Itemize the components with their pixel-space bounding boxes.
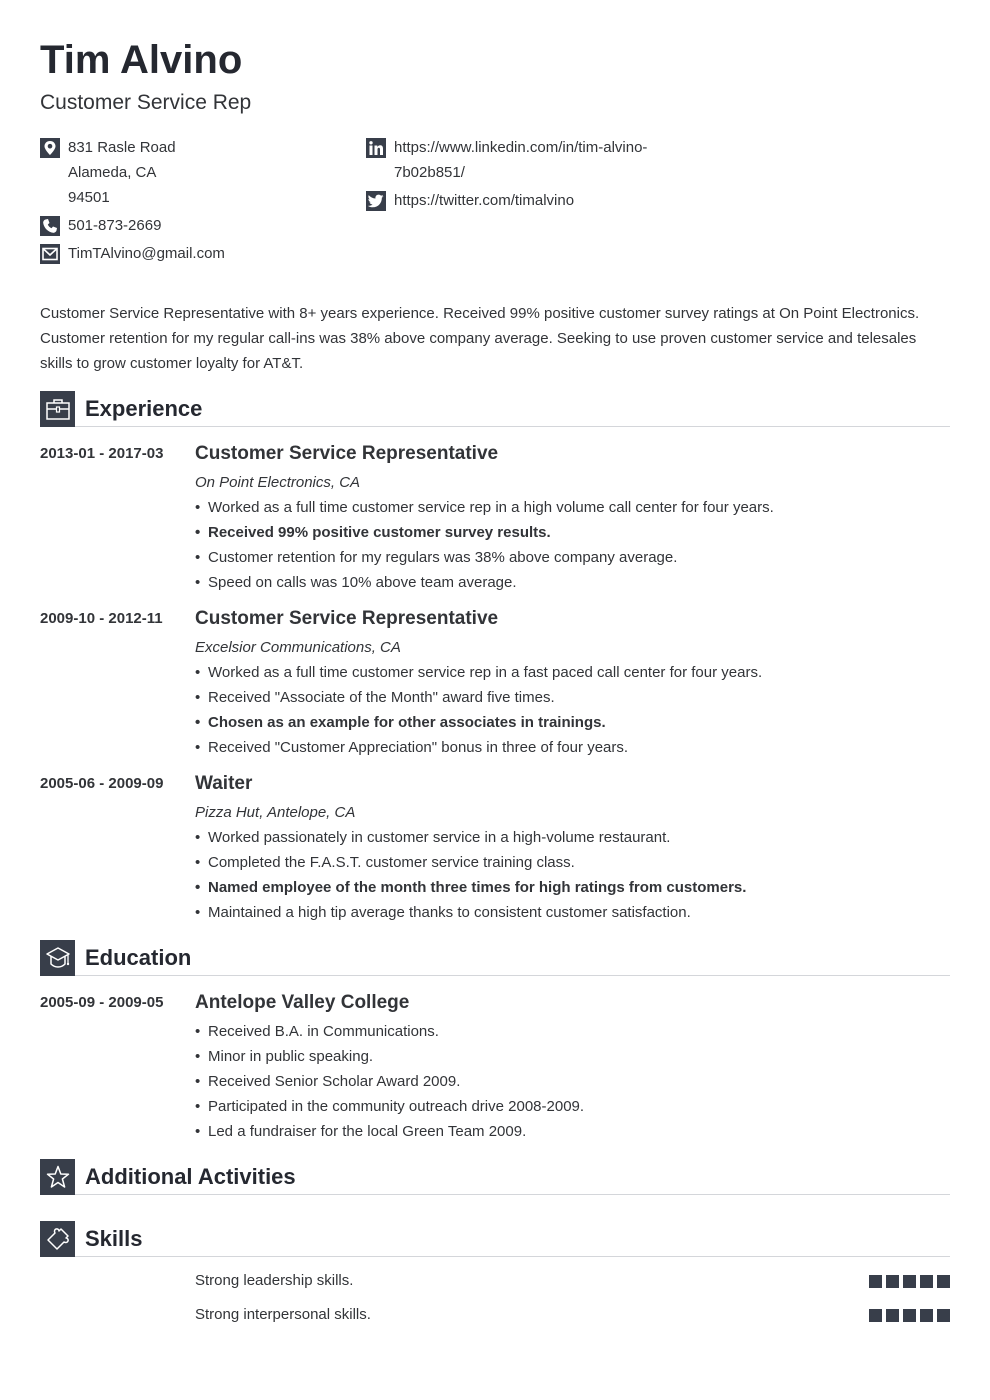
skill-item: Strong interpersonal skills. <box>195 1305 950 1325</box>
skill-name: Strong interpersonal skills. <box>195 1306 371 1323</box>
entry-title: Waiter <box>195 773 253 794</box>
entry-bullets: Worked as a full time customer service r… <box>195 495 950 595</box>
contact-twitter: https://twitter.com/timalvino <box>366 190 666 213</box>
bullet-item: Received "Customer Appreciation" bonus i… <box>195 735 950 760</box>
skill-level-square <box>903 1275 916 1288</box>
skill-level-square <box>886 1309 899 1322</box>
bullet-item: Customer retention for my regulars was 3… <box>195 545 950 570</box>
entry-organization: Pizza Hut, Antelope, CA <box>195 804 356 821</box>
skill-level-square <box>920 1309 933 1322</box>
entry-bullets: Worked as a full time customer service r… <box>195 660 950 760</box>
phone-number[interactable]: 501-873-2669 <box>68 213 161 238</box>
entry-title: Customer Service Representative <box>195 443 499 464</box>
skill-level-square <box>869 1309 882 1322</box>
section-activities-header: Additional Activities <box>40 1159 950 1195</box>
skill-level-square <box>869 1275 882 1288</box>
entry-dates: 2013-01 - 2017-03 <box>40 445 164 462</box>
section-education-header: Education <box>40 940 950 976</box>
entry-dates: 2005-09 - 2009-05 <box>40 994 164 1011</box>
professional-summary: Customer Service Representative with 8+ … <box>40 305 920 372</box>
section-experience-header: Experience <box>40 391 950 427</box>
entry-bullets: Received B.A. in Communications. Minor i… <box>195 1019 950 1144</box>
bullet-item: Worked as a full time customer service r… <box>195 495 950 520</box>
bullet-item: Received Senior Scholar Award 2009. <box>195 1069 950 1094</box>
bullet-item: Speed on calls was 10% above team averag… <box>195 570 950 595</box>
bullet-item: Maintained a high tip average thanks to … <box>195 900 950 925</box>
contact-phone: 501-873-2669 <box>40 215 360 238</box>
envelope-icon <box>40 244 60 264</box>
candidate-name: Tim Alvino <box>40 38 243 82</box>
contact-column-right: https://www.linkedin.com/in/tim-alvino- … <box>366 137 666 218</box>
entry-organization: Excelsior Communications, CA <box>195 639 401 656</box>
skill-level-square <box>886 1275 899 1288</box>
bullet-item: Received "Associate of the Month" award … <box>195 685 950 710</box>
skill-level-square <box>903 1309 916 1322</box>
bullet-item: Worked as a full time customer service r… <box>195 660 950 685</box>
entry-bullets: Worked passionately in customer service … <box>195 825 950 925</box>
bullet-item: Chosen as an example for other associate… <box>195 710 950 735</box>
entry-organization: On Point Electronics, CA <box>195 474 361 491</box>
graduation-cap-icon <box>40 940 75 976</box>
skill-level-meter <box>865 1309 950 1322</box>
section-title-skills: Skills <box>85 1226 143 1251</box>
bullet-item: Led a fundraiser for the local Green Tea… <box>195 1119 950 1144</box>
candidate-title: Customer Service Rep <box>40 91 252 114</box>
contact-email: TimTAlvino@gmail.com <box>40 243 360 266</box>
skill-name: Strong leadership skills. <box>195 1272 354 1289</box>
bullet-item: Participated in the community outreach d… <box>195 1094 950 1119</box>
skill-level-meter <box>865 1275 950 1288</box>
puzzle-icon <box>40 1221 75 1257</box>
bullet-item: Worked passionately in customer service … <box>195 825 950 850</box>
linkedin-icon <box>366 138 386 158</box>
twitter-url[interactable]: https://twitter.com/timalvino <box>394 188 574 213</box>
linkedin-url-line-2[interactable]: 7b02b851/ <box>394 160 647 185</box>
bullet-item: Minor in public speaking. <box>195 1044 950 1069</box>
section-skills-header: Skills <box>40 1221 950 1257</box>
bullet-item: Completed the F.A.S.T. customer service … <box>195 850 950 875</box>
briefcase-icon <box>40 391 75 427</box>
twitter-icon <box>366 191 386 211</box>
contact-column-left: 831 Rasle Road Alameda, CA 94501 501-873… <box>40 137 360 271</box>
bullet-item: Received B.A. in Communications. <box>195 1019 950 1044</box>
contact-address: 831 Rasle Road Alameda, CA 94501 <box>40 137 360 210</box>
linkedin-url-line-1[interactable]: https://www.linkedin.com/in/tim-alvino- <box>394 135 647 160</box>
skill-item: Strong leadership skills. <box>195 1271 950 1291</box>
address-line-2: Alameda, CA <box>68 164 157 181</box>
skill-level-square <box>920 1275 933 1288</box>
skill-level-square <box>937 1275 950 1288</box>
section-title-education: Education <box>85 945 192 970</box>
entry-dates: 2005-06 - 2009-09 <box>40 775 164 792</box>
section-title-experience: Experience <box>85 396 203 421</box>
address-line-1: 831 Rasle Road <box>68 139 176 156</box>
entry-dates: 2009-10 - 2012-11 <box>40 610 163 627</box>
contact-linkedin: https://www.linkedin.com/in/tim-alvino- … <box>366 137 666 185</box>
email-address[interactable]: TimTAlvino@gmail.com <box>68 241 225 266</box>
phone-icon <box>40 216 60 236</box>
section-title-activities: Additional Activities <box>85 1164 296 1189</box>
bullet-item: Received 99% positive customer survey re… <box>195 520 950 545</box>
map-pin-icon <box>40 138 60 158</box>
entry-title: Antelope Valley College <box>195 992 410 1013</box>
star-icon <box>40 1159 75 1195</box>
address-line-3: 94501 <box>68 189 110 206</box>
entry-title: Customer Service Representative <box>195 608 499 629</box>
bullet-item: Named employee of the month three times … <box>195 875 950 900</box>
skill-level-square <box>937 1309 950 1322</box>
